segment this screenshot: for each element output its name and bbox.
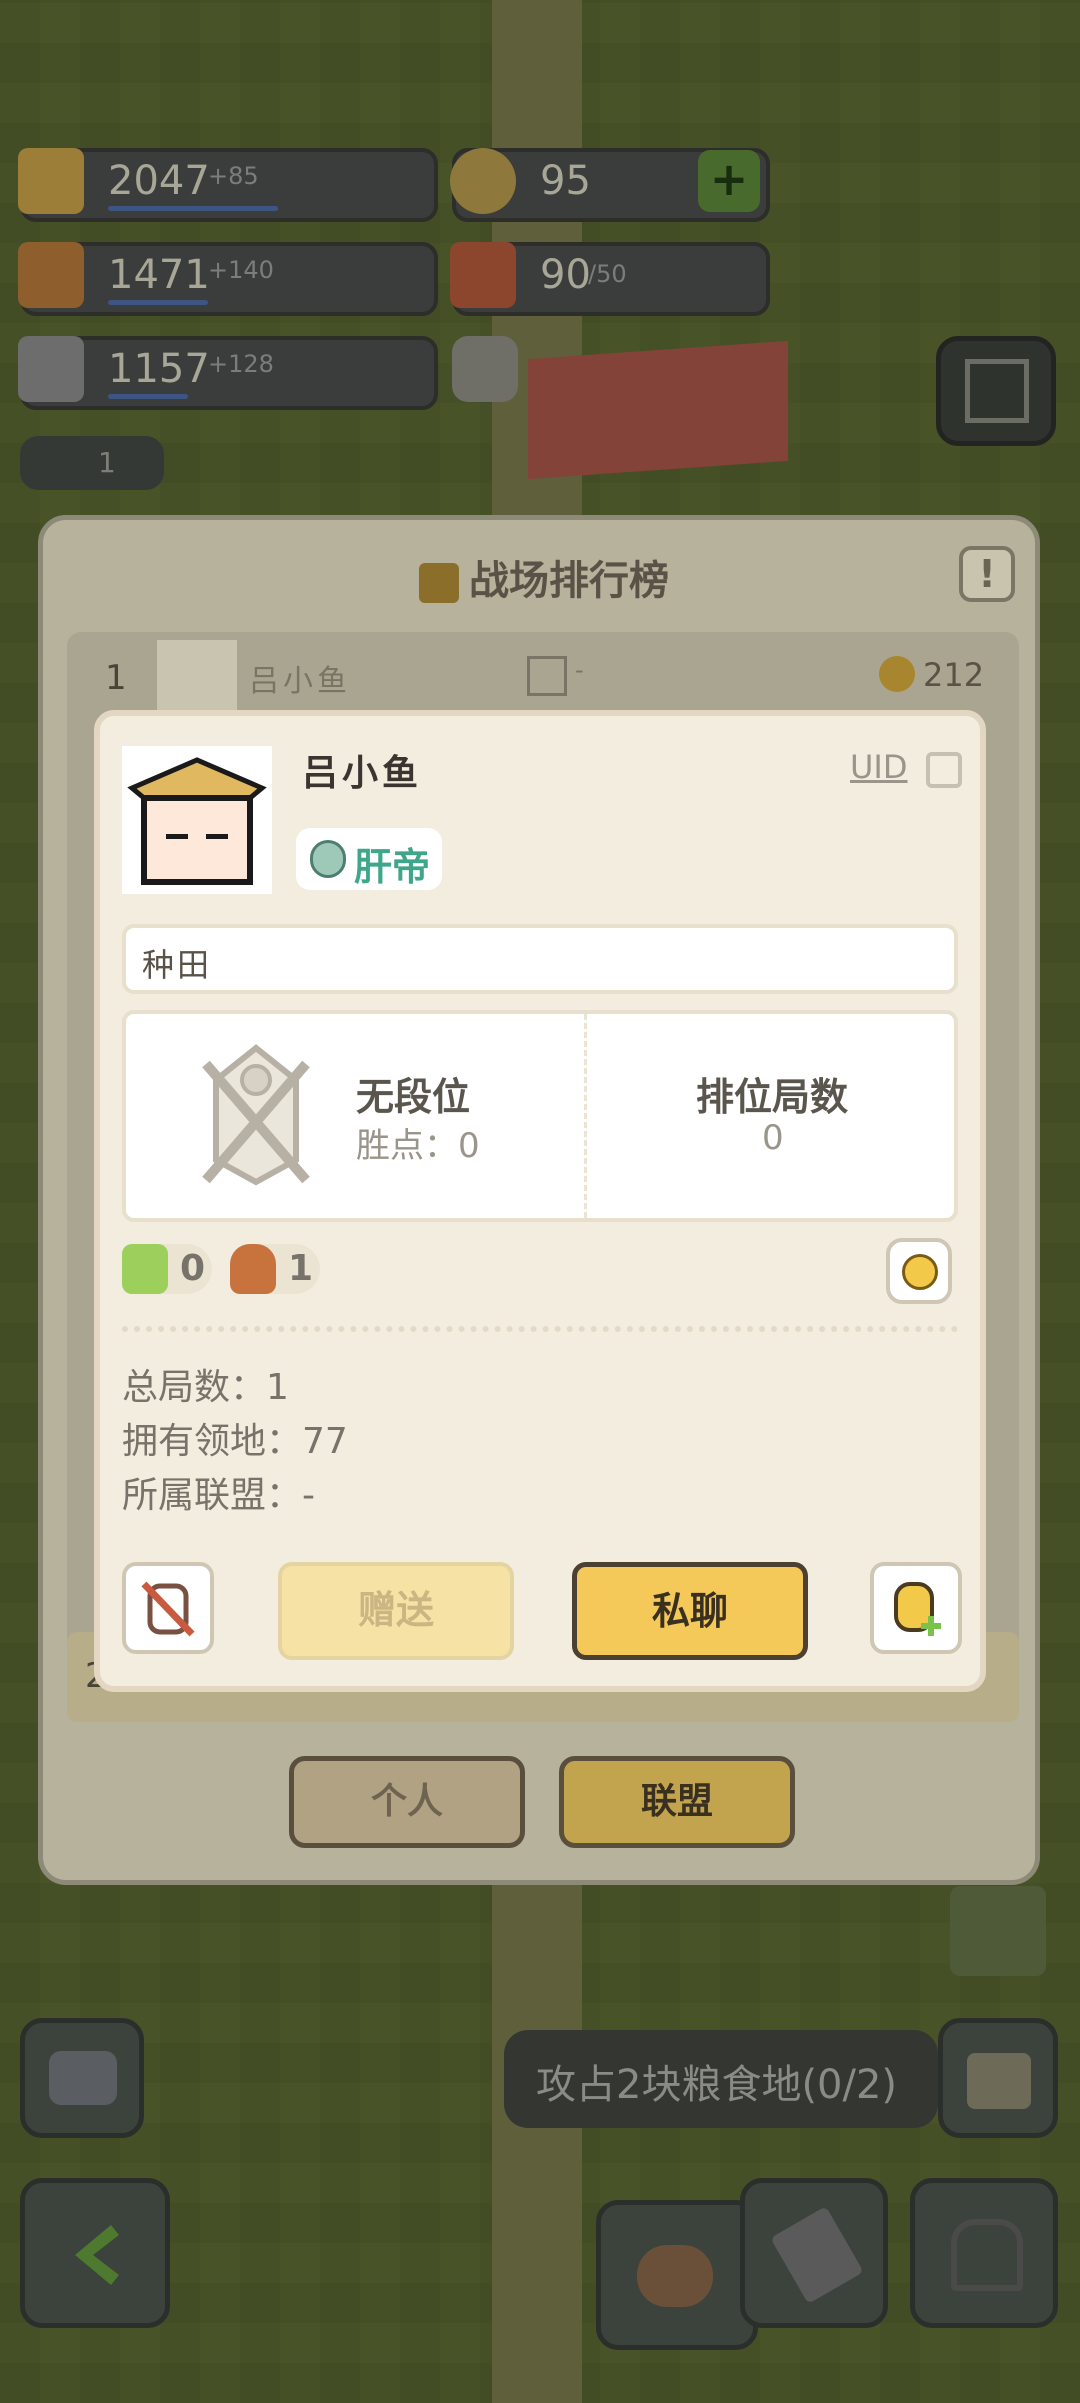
gift-button-label: 赠送 <box>357 1588 434 1632</box>
quest-scroll-button[interactable] <box>938 2018 1058 2138</box>
chat-button[interactable] <box>20 2018 144 2138</box>
row-alliance: - <box>575 656 584 684</box>
title-badge-icon <box>310 840 346 878</box>
score-coin-icon <box>879 656 915 692</box>
dislike-counter[interactable]: 1 <box>230 1244 320 1294</box>
player-profile-card: 吕小鱼 UID 肝帝 种田 无段位 胜点：0 排位局数 0 0 1 总局数：1 … <box>94 710 986 1692</box>
task-text: 攻占2块粮食地(0/2) <box>536 2062 898 2108</box>
thumbs-up-icon <box>122 1244 168 1294</box>
copy-icon[interactable] <box>926 752 962 788</box>
tab-personal[interactable]: 个人 <box>289 1756 525 1848</box>
title-badge-text: 肝帝 <box>354 845 431 889</box>
chat-button-label: 私聊 <box>651 1589 728 1633</box>
rank-info-panel: 无段位 胜点：0 排位局数 0 <box>122 1010 958 1222</box>
smiley-icon <box>902 1254 938 1290</box>
barracks-button[interactable] <box>910 2178 1058 2328</box>
row-rank: 1 <box>105 658 127 698</box>
tab-alliance[interactable]: 联盟 <box>559 1756 795 1848</box>
player-name: 吕小鱼 <box>302 753 423 794</box>
player-avatar <box>122 746 272 894</box>
straw-hat-avatar-icon <box>127 757 267 885</box>
tab-label: 个人 <box>370 1781 443 1822</box>
chat-bubble-icon <box>49 2051 117 2105</box>
trophy-icon <box>419 563 459 603</box>
scroll-icon <box>967 2053 1031 2109</box>
leaderboard-title: 战场排行榜 <box>43 548 1045 606</box>
win-points: 胜点：0 <box>356 1126 480 1166</box>
gift-button[interactable]: 赠送 <box>278 1562 514 1660</box>
leaderboard-title-text: 战场排行榜 <box>469 558 669 604</box>
build-plant-icon[interactable] <box>950 1886 1046 1976</box>
barracks-icon <box>951 2219 1023 2291</box>
no-rank-emblem-icon <box>202 1044 310 1186</box>
alliance-membership: 所属联盟：- <box>122 1475 315 1516</box>
private-chat-button[interactable]: 私聊 <box>572 1562 808 1660</box>
info-button[interactable]: ! <box>959 546 1015 602</box>
block-button[interactable] <box>122 1562 214 1654</box>
signature-text: 种田 <box>142 946 213 984</box>
leaderboard-row[interactable]: 1 吕小鱼 - 212 <box>67 632 1019 722</box>
row-score: 212 <box>923 656 985 694</box>
ranked-games-label: 排位局数 <box>696 1075 849 1119</box>
dislike-count: 1 <box>288 1248 314 1289</box>
add-friend-button[interactable] <box>870 1562 962 1654</box>
rank-tier: 无段位 <box>356 1075 471 1119</box>
map-icon <box>637 2245 713 2307</box>
map-button[interactable] <box>596 2200 758 2350</box>
rank-divider <box>584 1014 587 1218</box>
like-counter[interactable]: 0 <box>122 1244 212 1294</box>
info-icon: ! <box>978 552 996 596</box>
row-name: 吕小鱼 <box>249 664 351 699</box>
hammer-button[interactable] <box>740 2178 888 2328</box>
dotted-divider <box>122 1326 958 1332</box>
emoji-button[interactable] <box>886 1238 952 1304</box>
alliance-flag-icon <box>527 656 567 696</box>
add-friend-icon <box>894 1582 941 1636</box>
total-games: 总局数：1 <box>122 1367 289 1408</box>
back-arrow-icon <box>75 2225 119 2285</box>
signature-box: 种田 <box>122 924 958 994</box>
title-badge[interactable]: 肝帝 <box>296 828 442 890</box>
poop-icon <box>230 1244 276 1294</box>
block-user-icon <box>141 1581 195 1637</box>
back-button[interactable] <box>20 2178 170 2328</box>
hammer-icon <box>770 2206 864 2304</box>
ranked-games-value: 0 <box>762 1118 784 1158</box>
territories-owned: 拥有领地：77 <box>122 1421 348 1462</box>
uid-link[interactable]: UID <box>850 748 908 786</box>
like-count: 0 <box>180 1248 206 1289</box>
task-banner[interactable]: 攻占2块粮食地(0/2) <box>504 2030 938 2128</box>
tab-label: 联盟 <box>640 1781 713 1822</box>
